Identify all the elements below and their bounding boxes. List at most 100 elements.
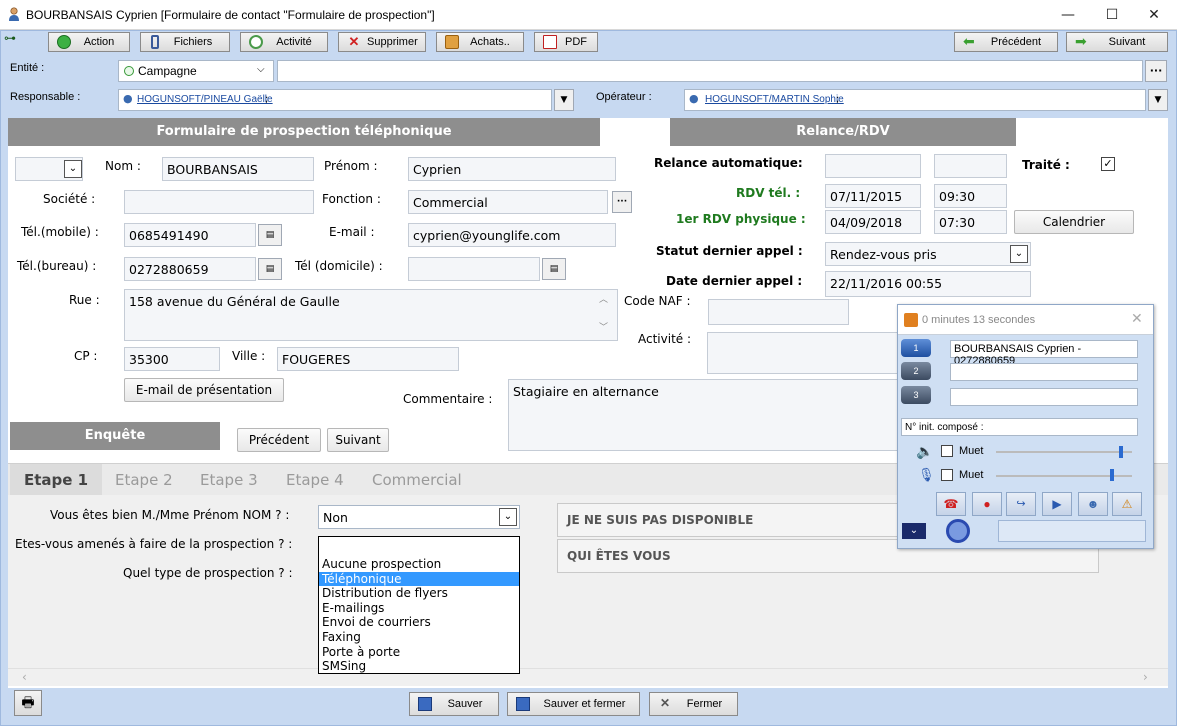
transfer-icon[interactable]: ↪ (1006, 492, 1036, 516)
phone-book-icon[interactable]: ▤ (258, 258, 282, 280)
mic-volume-thumb[interactable] (1109, 469, 1114, 481)
relance-auto-date[interactable] (825, 154, 921, 178)
speaker-volume-slider[interactable] (996, 451, 1132, 453)
prospection-type-list[interactable]: Aucune prospection Téléphonique Distribu… (318, 536, 520, 674)
email-input[interactable]: cyprien@younglife.com (408, 223, 616, 247)
list-item-selected[interactable]: Téléphonique (319, 571, 519, 587)
achats-button[interactable]: Achats.. (436, 32, 524, 52)
supprimer-button[interactable]: ✕ Supprimer (338, 32, 426, 52)
tel-domicile-input[interactable] (408, 257, 540, 281)
operateur-link[interactable]: HOGUNSOFT/MARTIN Sophie (705, 94, 844, 105)
close-form-button[interactable]: ✕ Fermer (649, 692, 738, 716)
societe-input[interactable] (124, 190, 314, 214)
line-1-button[interactable]: 1 (901, 339, 931, 357)
question-box-disponible[interactable]: JE NE SUIS PAS DISPONIBLE (557, 503, 899, 537)
pdf-button[interactable]: PDF (534, 32, 598, 52)
scroll-up-icon[interactable]: ︿ (599, 292, 608, 305)
tel-bureau-input[interactable]: 0272880659 (124, 257, 256, 281)
scroll-left-icon[interactable]: ‹ (22, 670, 27, 684)
responsable-link[interactable]: HOGUNSOFT/PINEAU Gaëlle (137, 94, 273, 105)
close-button[interactable]: ✕ (1131, 0, 1177, 30)
date-dernier-appel-input[interactable]: 22/11/2016 00:55 (825, 271, 1031, 297)
email-presentation-button[interactable]: E-mail de présentation (124, 378, 284, 402)
civility-select[interactable]: ⌄ (15, 157, 83, 181)
list-item[interactable]: E-mailings (319, 601, 519, 616)
tab-etape-1[interactable]: Etape 1 (10, 464, 103, 496)
relance-auto-time[interactable] (934, 154, 1007, 178)
responsable-field[interactable]: ● HOGUNSOFT/PINEAU Gaëlle ; (118, 89, 552, 111)
rdv-physique-date[interactable]: 04/09/2018 (825, 210, 921, 234)
rdv-tel-date[interactable]: 07/11/2015 (825, 184, 921, 208)
enquete-previous-button[interactable]: Précédent (237, 428, 321, 452)
enquete-next-button[interactable]: Suivant (327, 428, 389, 452)
tab-etape-4[interactable]: Etape 4 (272, 464, 358, 496)
previous-button[interactable]: ⬅ Précédent (954, 32, 1058, 52)
speaker-volume-thumb[interactable] (1119, 446, 1124, 458)
maximize-button[interactable]: ☐ (1089, 0, 1135, 30)
contact-icon[interactable]: ☻ (1078, 492, 1108, 516)
line-3-button[interactable]: 3 (901, 386, 931, 404)
responsable-dropdown-button[interactable]: ▼ (554, 89, 574, 111)
scroll-right-icon[interactable]: › (1143, 670, 1148, 684)
entity-more-button[interactable]: ··· (1145, 60, 1167, 82)
minimize-button[interactable]: — (1045, 0, 1091, 30)
traite-checkbox[interactable]: ✓ (1101, 157, 1115, 171)
activite-button[interactable]: Activité (240, 32, 328, 52)
rue-textarea[interactable]: 158 avenue du Général de Gaulle ︿ ﹀ (124, 289, 618, 341)
dial-input[interactable] (998, 520, 1146, 542)
prenom-input[interactable]: Cyprien (408, 157, 616, 181)
scroll-down-icon[interactable]: ﹀ (599, 320, 608, 333)
tab-etape-2[interactable]: Etape 2 (101, 464, 187, 496)
save-close-button[interactable]: Sauver et fermer (507, 692, 640, 716)
rdv-tel-time[interactable]: 09:30 (934, 184, 1007, 208)
entity-select[interactable]: Campagne ⌵ (118, 60, 274, 82)
code-naf-input[interactable] (708, 299, 849, 325)
dial-wheel-icon[interactable] (946, 519, 970, 543)
cp-input[interactable]: 35300 (124, 347, 220, 371)
rdv-physique-time[interactable]: 07:30 (934, 210, 1007, 234)
fichiers-button[interactable]: Fichiers (140, 32, 230, 52)
fonction-input[interactable]: Commercial (408, 190, 608, 214)
record-icon[interactable]: ● (972, 492, 1002, 516)
list-item[interactable]: Distribution de flyers (319, 586, 519, 601)
statut-select[interactable]: Rendez-vous pris ⌄ (825, 242, 1031, 266)
action-button[interactable]: Action (48, 32, 130, 52)
hangup-icon[interactable]: ☎ (936, 492, 966, 516)
line-2-button[interactable]: 2 (901, 362, 931, 380)
commentaire-textarea[interactable]: Stagiaire en alternance (508, 379, 900, 451)
list-item[interactable]: Envoi de courriers (319, 615, 519, 630)
entity-detail-field[interactable] (277, 60, 1143, 82)
question-1-select[interactable]: Non ⌄ (318, 505, 520, 529)
init-compose-field[interactable]: N° init. composé : (901, 418, 1138, 436)
phone-book-icon[interactable]: ▤ (258, 224, 282, 246)
next-button[interactable]: ➡ Suivant (1066, 32, 1168, 52)
save-button[interactable]: Sauver (409, 692, 499, 716)
warning-icon[interactable]: ⚠ (1112, 492, 1142, 516)
ville-input[interactable]: FOUGERES (277, 347, 459, 371)
mute-mic-checkbox[interactable] (941, 469, 953, 481)
expand-chevron-icon[interactable]: ⌄ (902, 523, 926, 539)
tab-commercial[interactable]: Commercial (358, 464, 476, 496)
tel-mobile-input[interactable]: 0685491490 (124, 223, 256, 247)
phone-book-icon[interactable]: ▤ (542, 258, 566, 280)
play-icon[interactable]: ▶ (1042, 492, 1072, 516)
mute-speaker-checkbox[interactable] (941, 445, 953, 457)
fonction-more-button[interactable]: ··· (612, 191, 632, 213)
list-item[interactable]: Porte à porte (319, 645, 519, 660)
tab-etape-3[interactable]: Etape 3 (186, 464, 272, 496)
horizontal-scrollbar[interactable]: ‹ › (8, 668, 1168, 686)
print-button[interactable]: 🖶 (14, 690, 42, 716)
nom-input[interactable]: BOURBANSAIS (162, 157, 314, 181)
activite-textarea[interactable] (707, 332, 901, 374)
pin-icon[interactable]: ⊶ (4, 31, 16, 45)
line-3-field[interactable] (950, 388, 1138, 406)
list-item[interactable]: Faxing (319, 630, 519, 645)
operateur-dropdown-button[interactable]: ▼ (1148, 89, 1168, 111)
calendrier-button[interactable]: Calendrier (1014, 210, 1134, 234)
list-item[interactable]: Aucune prospection (319, 557, 519, 572)
list-item[interactable]: SMSing (319, 659, 519, 674)
operateur-field[interactable]: ● HOGUNSOFT/MARTIN Sophie ; (684, 89, 1146, 111)
line-2-field[interactable] (950, 363, 1138, 381)
close-icon[interactable]: ✕ (1131, 310, 1143, 327)
line-1-field[interactable]: BOURBANSAIS Cyprien - 0272880659 (950, 340, 1138, 367)
